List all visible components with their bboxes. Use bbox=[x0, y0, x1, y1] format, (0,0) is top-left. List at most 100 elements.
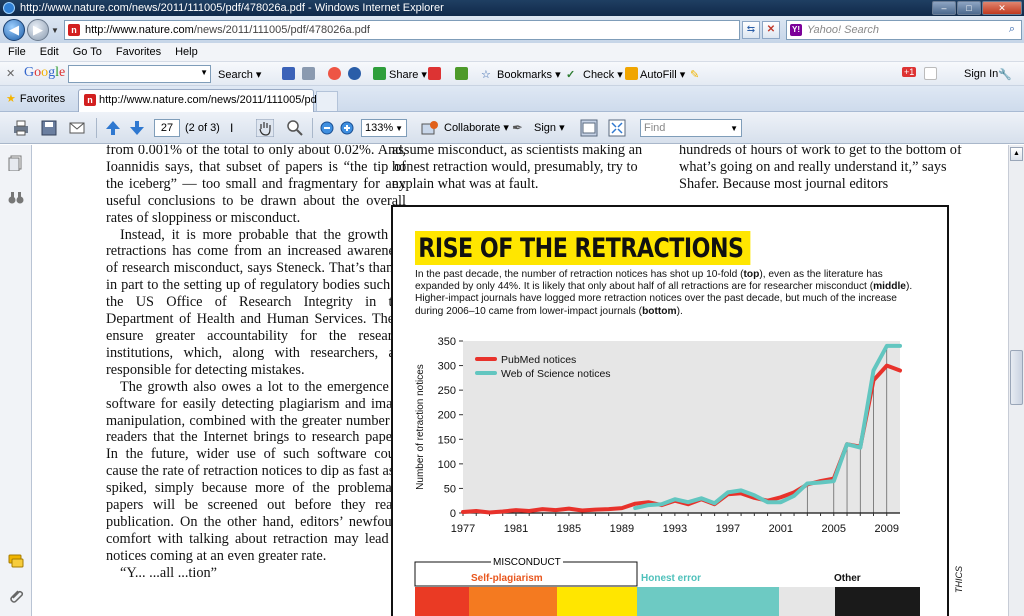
search-input[interactable]: Y! Yahoo! Search ⌕ bbox=[786, 20, 1022, 40]
scroll-thumb[interactable] bbox=[1010, 350, 1023, 405]
minimize-button[interactable]: – bbox=[932, 1, 956, 15]
toolbar-sync-icon[interactable] bbox=[348, 67, 361, 80]
email-icon[interactable] bbox=[68, 119, 86, 137]
toolbar-translate-icon[interactable] bbox=[328, 67, 341, 80]
search-icon[interactable]: ⌕ bbox=[1009, 23, 1015, 36]
category-bar-segment bbox=[835, 587, 920, 616]
full-screen-icon[interactable] bbox=[608, 119, 626, 137]
restore-button[interactable]: □ bbox=[957, 1, 981, 15]
y-tick-label: 250 bbox=[438, 385, 456, 397]
menu-edit[interactable]: Edit bbox=[40, 46, 59, 58]
pdf-document[interactable]: from 0.001% of the total to only about 0… bbox=[33, 145, 1008, 616]
pages-panel-icon[interactable] bbox=[8, 155, 24, 171]
notification-box[interactable] bbox=[924, 67, 937, 80]
article-column-right: hundreds of hours of work to get to the … bbox=[679, 145, 962, 192]
menu-file[interactable]: File bbox=[8, 46, 26, 58]
page-count: (2 of 3) bbox=[185, 122, 220, 134]
x-tick-label: 1993 bbox=[663, 523, 687, 535]
tab-bar: ★ Favorites n http://www.nature.com/news/… bbox=[0, 86, 1024, 112]
article-paragraph: from 0.001% of the total to only about 0… bbox=[106, 145, 406, 226]
menu-favorites[interactable]: Favorites bbox=[116, 46, 161, 58]
url-host: http://www.nature.com bbox=[85, 24, 194, 36]
yahoo-icon: Y! bbox=[790, 24, 802, 36]
zoom-in-icon[interactable] bbox=[338, 119, 356, 137]
share-icon bbox=[373, 67, 386, 80]
autofill-button[interactable]: AutoFill ▾ bbox=[640, 68, 685, 81]
back-button[interactable]: ◀ bbox=[3, 19, 25, 41]
x-tick-label: 1977 bbox=[451, 523, 475, 535]
comments-icon[interactable] bbox=[8, 553, 24, 569]
recent-pages-dropdown[interactable]: ▼ bbox=[51, 26, 59, 35]
window-controls: – □ ✕ bbox=[931, 1, 1022, 15]
article-column-left: from 0.001% of the total to only about 0… bbox=[106, 145, 406, 582]
vertical-scrollbar[interactable]: ▲ bbox=[1008, 145, 1024, 616]
nature-tab-icon: n bbox=[84, 94, 96, 106]
x-tick-label: 2005 bbox=[822, 523, 846, 535]
article-column-middle: assume misconduct, as scientists making … bbox=[392, 145, 643, 192]
window-title: http://www.nature.com/news/2011/111005/p… bbox=[20, 2, 444, 14]
title-bar: http://www.nature.com/news/2011/111005/p… bbox=[0, 0, 1024, 16]
y-tick-label: 150 bbox=[438, 434, 456, 446]
zoom-out-icon[interactable] bbox=[318, 119, 336, 137]
fit-width-icon[interactable] bbox=[580, 119, 598, 137]
search-placeholder: Yahoo! Search bbox=[807, 24, 879, 36]
y-axis-label: Number of retraction notices bbox=[415, 364, 426, 490]
attachments-binoculars-icon[interactable] bbox=[8, 190, 24, 206]
share-button[interactable]: Share ▾ bbox=[389, 68, 427, 81]
check-button[interactable]: Check ▾ bbox=[583, 68, 623, 81]
y-tick-label: 350 bbox=[438, 336, 456, 348]
honest-error-label: Honest error bbox=[641, 573, 702, 584]
save-icon[interactable] bbox=[40, 119, 58, 137]
blocker-icon[interactable] bbox=[428, 67, 441, 80]
toolbar-separator bbox=[96, 118, 97, 138]
x-tick-label: 1989 bbox=[610, 523, 634, 535]
google-search-button[interactable]: Search ▾ bbox=[218, 68, 261, 81]
toolbar-extra-icon[interactable] bbox=[455, 67, 468, 80]
url-input[interactable]: n http://www.nature.com/news/2011/111005… bbox=[64, 20, 740, 40]
sign-button[interactable]: Sign ▾ bbox=[534, 121, 565, 134]
hand-tool-icon[interactable] bbox=[256, 119, 274, 137]
page-number-input[interactable]: 27 bbox=[154, 119, 180, 137]
plus-one-badge[interactable]: +1 bbox=[902, 67, 917, 77]
stop-button[interactable]: ✕ bbox=[762, 21, 780, 39]
toolbar-page-icon[interactable] bbox=[302, 67, 315, 80]
category-bar-segment bbox=[415, 587, 469, 616]
forward-button[interactable]: ▶ bbox=[27, 19, 49, 41]
paperclip-icon[interactable] bbox=[8, 588, 24, 604]
favorites-button[interactable]: ★ Favorites bbox=[6, 92, 65, 105]
toolbar-separator bbox=[312, 118, 313, 138]
autofill-icon bbox=[625, 67, 638, 80]
menu-help[interactable]: Help bbox=[175, 46, 198, 58]
bookmarks-button[interactable]: Bookmarks ▾ bbox=[497, 68, 561, 81]
find-input[interactable]: Find ▼ bbox=[640, 119, 742, 137]
figure-credit: THICS bbox=[954, 566, 964, 593]
next-page-icon[interactable] bbox=[128, 119, 146, 137]
highlight-pen-icon[interactable]: ✎ bbox=[690, 68, 699, 81]
plot-area bbox=[463, 341, 900, 513]
article-paragraph: Instead, it is more probable that the gr… bbox=[106, 226, 406, 378]
menu-go-to[interactable]: Go To bbox=[73, 46, 102, 58]
select-text-icon[interactable]: I bbox=[230, 121, 248, 139]
spellcheck-icon: ✓ bbox=[566, 69, 576, 81]
google-search-input[interactable]: ▼ bbox=[68, 65, 211, 83]
google-toolbar: ✕ Google ▼ Search ▾ Share ▾ ☆ Bookmarks … bbox=[0, 62, 1024, 86]
y-tick-label: 100 bbox=[438, 459, 456, 471]
print-icon[interactable] bbox=[12, 119, 30, 137]
zoom-level-select[interactable]: 133% ▼ bbox=[361, 119, 407, 137]
compatibility-view-icon[interactable]: ⇆ bbox=[742, 21, 760, 39]
misconduct-label: MISCONDUCT bbox=[491, 557, 563, 568]
retractions-line-chart: 0 50 100 150 200 250 300 350 1977 1981 1985 1989 199… bbox=[414, 336, 920, 616]
new-tab-button[interactable] bbox=[316, 91, 338, 111]
wrench-icon[interactable]: 🔧 bbox=[998, 68, 1012, 81]
previous-page-icon[interactable] bbox=[104, 119, 122, 137]
collaborate-button[interactable]: Collaborate ▾ bbox=[444, 121, 509, 134]
toolbar-flag-icon[interactable] bbox=[282, 67, 295, 80]
sign-in-link[interactable]: Sign In bbox=[964, 68, 998, 80]
x-tick-label: 1981 bbox=[504, 523, 528, 535]
scroll-up-button[interactable]: ▲ bbox=[1010, 147, 1023, 161]
zoom-tool-icon[interactable] bbox=[286, 119, 304, 137]
close-window-button[interactable]: ✕ bbox=[982, 1, 1022, 15]
tab-active[interactable]: n http://www.nature.com/news/2011/111005… bbox=[78, 89, 332, 112]
close-toolbar-icon[interactable]: ✕ bbox=[6, 67, 15, 80]
address-bar: ◀ ▶ ▼ n http://www.nature.com/news/2011/… bbox=[0, 16, 1024, 43]
